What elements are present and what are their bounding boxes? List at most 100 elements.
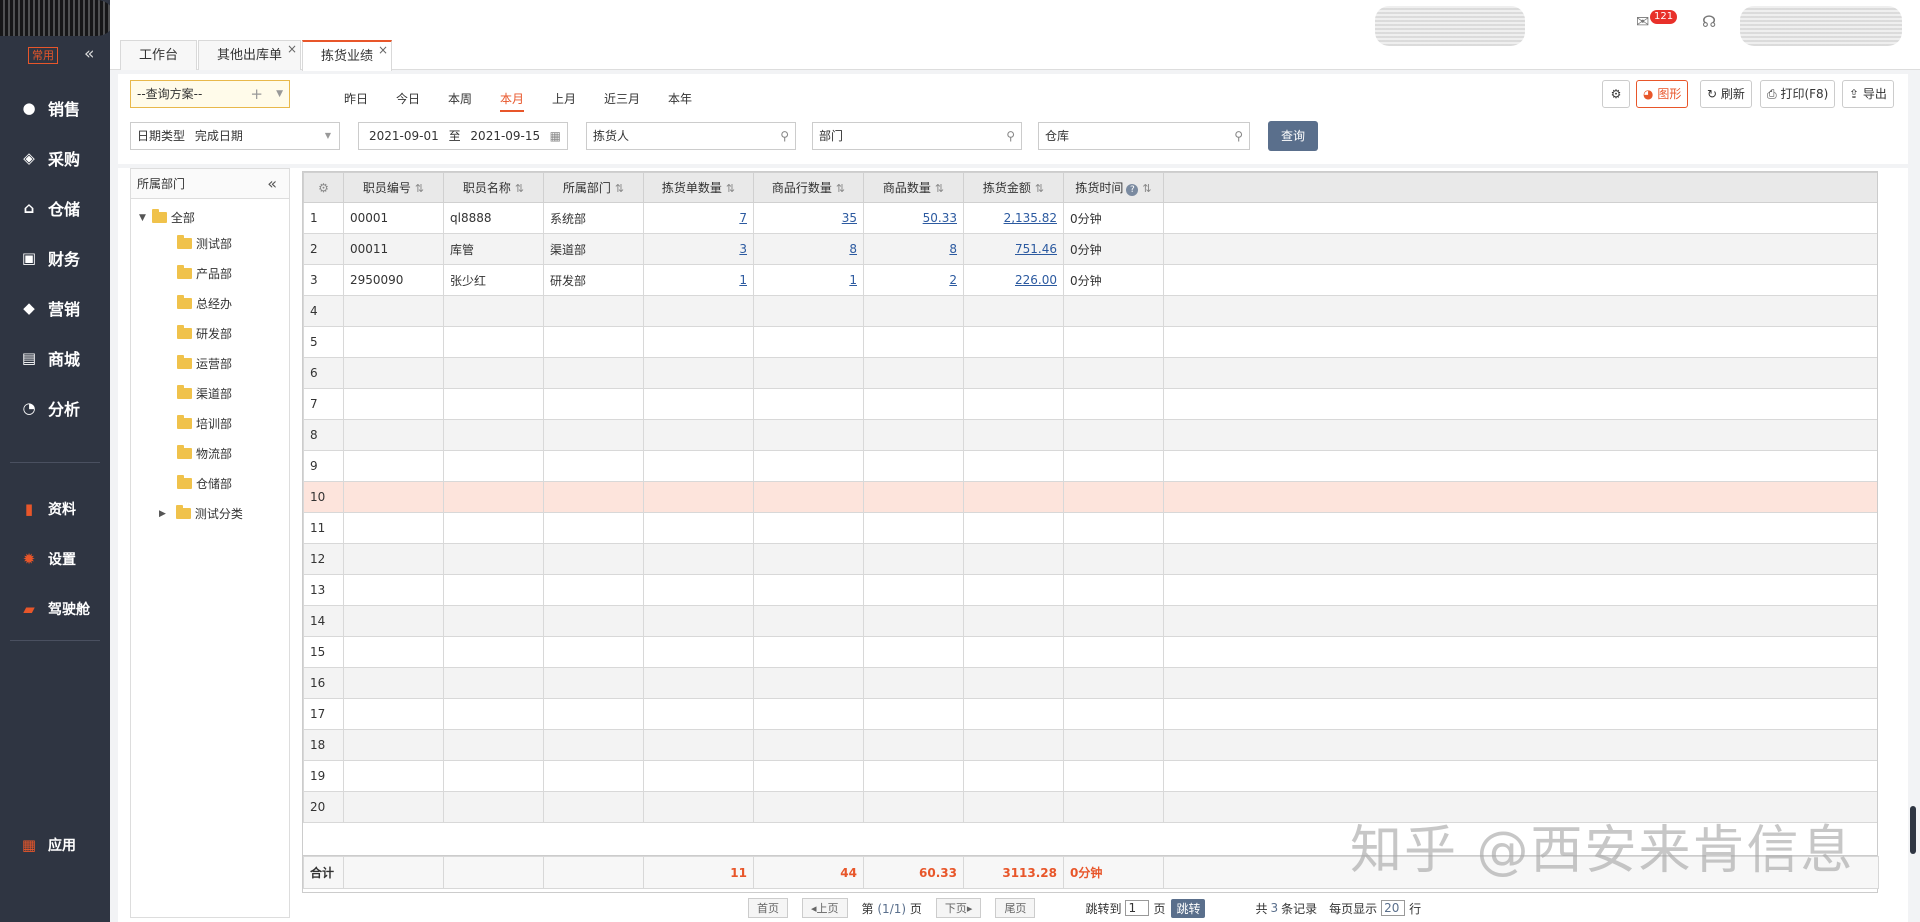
cell-lines[interactable] bbox=[753, 636, 864, 668]
tree-node[interactable]: 仓储部 bbox=[177, 475, 232, 492]
department-input[interactable]: 部门 ⚲ bbox=[812, 122, 1022, 150]
cell-amount[interactable] bbox=[963, 791, 1064, 823]
export-button[interactable]: ⇪ 导出 bbox=[1842, 80, 1894, 108]
common-label[interactable]: 常用 bbox=[28, 47, 58, 64]
per-page-input[interactable]: 20 bbox=[1381, 900, 1406, 916]
cell-lines[interactable]: 1 bbox=[753, 264, 864, 296]
sidebar-item-apps[interactable]: ▦ 应用 bbox=[18, 834, 76, 856]
table-row[interactable]: 1 00001 ql8888 系统部 7 35 50.33 2,135.82 0分钟 bbox=[303, 202, 1877, 234]
scrollbar-thumb[interactable] bbox=[1910, 806, 1916, 854]
cell-lines[interactable] bbox=[753, 760, 864, 792]
cell-orders[interactable] bbox=[643, 605, 754, 637]
cell-qty[interactable] bbox=[863, 388, 964, 420]
chart-button[interactable]: ◕ 图形 bbox=[1636, 80, 1689, 108]
cell-orders[interactable] bbox=[643, 791, 754, 823]
period-this-week[interactable]: 本周 bbox=[448, 90, 472, 107]
cell-orders[interactable] bbox=[643, 419, 754, 451]
cell-orders[interactable] bbox=[643, 636, 754, 668]
cell-qty[interactable]: 2 bbox=[863, 264, 964, 296]
sidebar-item-warehouse[interactable]: ⌂ 仓储 bbox=[18, 196, 80, 220]
cell-lines[interactable] bbox=[753, 419, 864, 451]
cell-qty[interactable] bbox=[863, 698, 964, 730]
table-row[interactable]: 14 bbox=[303, 605, 1877, 637]
cell-orders[interactable] bbox=[643, 512, 754, 544]
query-button[interactable]: 查询 bbox=[1268, 121, 1318, 151]
cell-orders[interactable] bbox=[643, 729, 754, 761]
sidebar-item-cockpit[interactable]: ▰ 驾驶舱 bbox=[18, 598, 90, 620]
period-last-three-months[interactable]: 近三月 bbox=[604, 90, 640, 107]
sidebar-item-sales[interactable]: ● 销售 bbox=[18, 96, 80, 120]
cell-orders[interactable] bbox=[643, 357, 754, 389]
column-header[interactable]: 拣货时间? ⇅ bbox=[1063, 172, 1164, 203]
expand-arrow-icon[interactable]: ▶ bbox=[159, 509, 166, 519]
sidebar-item-analysis[interactable]: ◔ 分析 bbox=[18, 396, 80, 420]
cell-qty[interactable] bbox=[863, 543, 964, 575]
settings-button[interactable]: ⚙ bbox=[1602, 80, 1630, 108]
cell-orders[interactable] bbox=[643, 574, 754, 606]
cell-amount[interactable] bbox=[963, 419, 1064, 451]
last-page-button[interactable]: 尾页 bbox=[995, 898, 1036, 918]
calendar-icon[interactable]: ▦ bbox=[550, 123, 561, 149]
sort-icon[interactable]: ⇅ bbox=[935, 182, 944, 195]
cell-amount[interactable] bbox=[963, 698, 1064, 730]
cell-lines[interactable]: 8 bbox=[753, 233, 864, 265]
cell-qty[interactable] bbox=[863, 419, 964, 451]
tree-node[interactable]: 产品部 bbox=[177, 265, 232, 282]
column-header[interactable]: 拣货单数量 ⇅ bbox=[643, 172, 754, 203]
refresh-button[interactable]: ↻ 刷新 bbox=[1700, 80, 1752, 108]
cell-link[interactable]: 2 bbox=[949, 273, 957, 287]
period-today[interactable]: 今日 bbox=[396, 90, 420, 107]
tree-node[interactable]: 运营部 bbox=[177, 355, 232, 372]
cell-link[interactable]: 8 bbox=[949, 242, 957, 256]
close-icon[interactable]: × bbox=[287, 35, 297, 64]
table-row[interactable]: 2 00011 库管 渠道部 3 8 8 751.46 0分钟 bbox=[303, 233, 1877, 265]
cell-amount[interactable] bbox=[963, 729, 1064, 761]
table-row[interactable]: 5 bbox=[303, 326, 1877, 358]
cell-lines[interactable] bbox=[753, 543, 864, 575]
tree-node[interactable]: 渠道部 bbox=[177, 385, 232, 402]
column-header[interactable]: 所属部门 ⇅ bbox=[543, 172, 644, 203]
help-icon[interactable]: ? bbox=[1126, 184, 1139, 196]
table-row[interactable]: 19 bbox=[303, 760, 1877, 792]
jump-button[interactable]: 跳转 bbox=[1171, 898, 1206, 918]
cell-qty[interactable] bbox=[863, 295, 964, 327]
tab-workbench[interactable]: 工作台 bbox=[120, 40, 198, 70]
first-page-button[interactable]: 首页 bbox=[748, 898, 788, 918]
cell-amount[interactable] bbox=[963, 481, 1064, 513]
cell-link[interactable]: 751.46 bbox=[1015, 242, 1057, 256]
cell-link[interactable]: 7 bbox=[739, 211, 747, 225]
query-scheme-select[interactable]: --查询方案-- + ▼ bbox=[130, 80, 290, 108]
table-row[interactable]: 13 bbox=[303, 574, 1877, 606]
cell-qty[interactable] bbox=[863, 574, 964, 606]
expand-arrow-icon[interactable]: ▼ bbox=[139, 213, 146, 223]
cell-qty[interactable] bbox=[863, 512, 964, 544]
tab-other-outbound[interactable]: 其他出库单 × bbox=[198, 40, 302, 70]
cell-lines[interactable] bbox=[753, 450, 864, 482]
cell-lines[interactable] bbox=[753, 481, 864, 513]
table-row[interactable]: 6 bbox=[303, 357, 1877, 389]
cell-amount[interactable] bbox=[963, 574, 1064, 606]
date-range-input[interactable]: 2021-09-01 至 2021-09-15 ▦ bbox=[358, 122, 568, 150]
cell-lines[interactable] bbox=[753, 295, 864, 327]
period-this-month[interactable]: 本月 bbox=[500, 90, 525, 112]
headset-icon[interactable]: ☊ bbox=[1702, 12, 1716, 31]
cell-lines[interactable]: 35 bbox=[753, 202, 864, 234]
date-type-select[interactable]: 日期类型 完成日期 ▼ bbox=[130, 122, 340, 150]
tree-node[interactable]: 测试部 bbox=[177, 235, 232, 252]
plus-icon[interactable]: + bbox=[250, 81, 263, 107]
tree-node[interactable]: 研发部 bbox=[177, 325, 232, 342]
column-header[interactable]: 职员名称 ⇅ bbox=[443, 172, 544, 203]
cell-qty[interactable] bbox=[863, 357, 964, 389]
cell-lines[interactable] bbox=[753, 667, 864, 699]
table-row[interactable]: 4 bbox=[303, 295, 1877, 327]
tab-picking-performance[interactable]: 拣货业绩 × bbox=[302, 40, 393, 71]
cell-orders[interactable]: 3 bbox=[643, 233, 754, 265]
cell-link[interactable]: 50.33 bbox=[923, 211, 957, 225]
cell-qty[interactable]: 8 bbox=[863, 233, 964, 265]
sidebar-item-settings[interactable]: ✹ 设置 bbox=[18, 548, 76, 570]
cell-lines[interactable] bbox=[753, 729, 864, 761]
table-row[interactable]: 17 bbox=[303, 698, 1877, 730]
tree-node[interactable]: 总经办 bbox=[177, 295, 232, 312]
cell-lines[interactable] bbox=[753, 326, 864, 358]
search-icon[interactable]: ⚲ bbox=[780, 123, 789, 149]
